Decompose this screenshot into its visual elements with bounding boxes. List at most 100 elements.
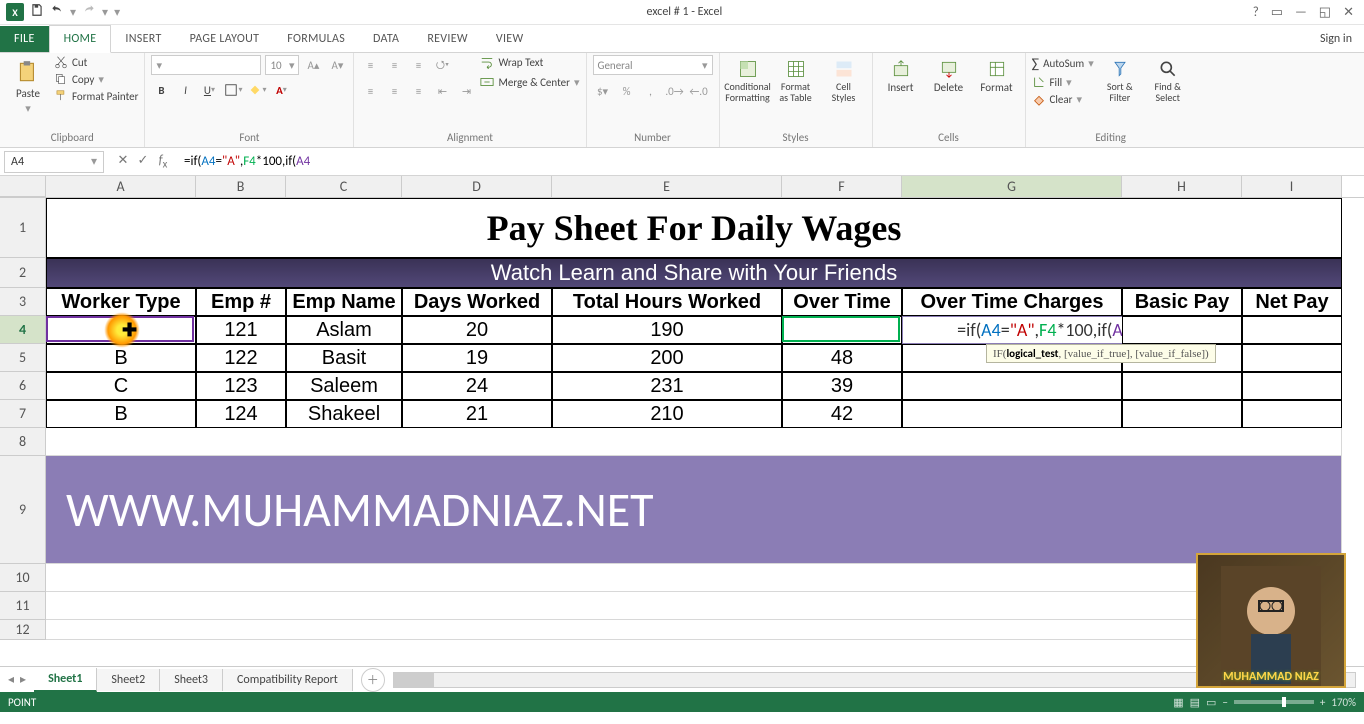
- decrease-indent-icon[interactable]: ⇤: [432, 81, 452, 101]
- sign-in-link[interactable]: Sign in: [1308, 26, 1364, 52]
- cell-c6[interactable]: Saleem: [286, 372, 402, 400]
- fill-color-button[interactable]: ▾: [247, 80, 267, 100]
- cell-c7[interactable]: Shakeel: [286, 400, 402, 428]
- sheet-nav-prev-icon[interactable]: ◂: [8, 672, 14, 687]
- col-header-i[interactable]: I: [1242, 176, 1342, 197]
- tab-review[interactable]: REVIEW: [413, 26, 482, 52]
- minimize-icon[interactable]: —: [1295, 5, 1307, 20]
- find-select-button[interactable]: Find & Select: [1146, 55, 1190, 107]
- col-header-d[interactable]: D: [402, 176, 552, 197]
- cell-h-emp-name[interactable]: Emp Name: [286, 288, 402, 316]
- format-as-table-button[interactable]: Format as Table: [774, 55, 818, 107]
- sheet-tab-2[interactable]: Sheet2: [97, 669, 160, 691]
- border-button[interactable]: ▾: [223, 80, 243, 100]
- zoom-out-icon[interactable]: −: [1222, 696, 1227, 709]
- clear-button[interactable]: Clear▾: [1032, 92, 1094, 106]
- sheet-tab-3[interactable]: Sheet3: [160, 669, 223, 691]
- cell-b4[interactable]: 121: [196, 316, 286, 344]
- fx-icon[interactable]: fx: [154, 153, 172, 171]
- italic-button[interactable]: I: [175, 80, 195, 100]
- cell-h-days[interactable]: Days Worked: [402, 288, 552, 316]
- currency-icon[interactable]: $▾: [593, 81, 613, 101]
- align-bottom-icon[interactable]: ≡: [408, 55, 428, 75]
- cell-f7[interactable]: 42: [782, 400, 902, 428]
- formula-input[interactable]: =if(A4="A",F4*100,if(A4: [178, 154, 1364, 169]
- undo-icon[interactable]: [50, 3, 64, 21]
- tab-view[interactable]: VIEW: [482, 26, 538, 52]
- cell-h-basic[interactable]: Basic Pay: [1122, 288, 1242, 316]
- tab-insert[interactable]: INSERT: [111, 26, 175, 52]
- row-header-10[interactable]: 10: [0, 564, 46, 592]
- orientation-icon[interactable]: ⭯▾: [432, 55, 452, 75]
- cell-g7[interactable]: [902, 400, 1122, 428]
- col-header-a[interactable]: A: [46, 176, 196, 197]
- undo-dropdown-icon[interactable]: ▾: [70, 5, 76, 20]
- zoom-control[interactable]: − + 170%: [1222, 696, 1356, 709]
- row-12-empty[interactable]: [46, 620, 1342, 640]
- cell-e5[interactable]: 200: [552, 344, 782, 372]
- cell-h-worker-type[interactable]: Worker Type: [46, 288, 196, 316]
- row-header-12[interactable]: 12: [0, 620, 46, 640]
- number-format-select[interactable]: General▾: [593, 55, 713, 75]
- redo-dropdown-icon[interactable]: ▾: [102, 5, 108, 20]
- cell-f6[interactable]: 39: [782, 372, 902, 400]
- row-header-11[interactable]: 11: [0, 592, 46, 620]
- col-header-f[interactable]: F: [782, 176, 902, 197]
- cell-url-banner[interactable]: WWW.MUHAMMADNIAZ.NET: [46, 456, 1342, 564]
- save-icon[interactable]: [30, 3, 44, 21]
- cell-b6[interactable]: 123: [196, 372, 286, 400]
- cell-h-net[interactable]: Net Pay: [1242, 288, 1342, 316]
- cell-h-emp-no[interactable]: Emp #: [196, 288, 286, 316]
- view-page-break-icon[interactable]: ▭: [1206, 696, 1216, 709]
- fill-button[interactable]: Fill▾: [1032, 75, 1094, 89]
- cell-a5[interactable]: B: [46, 344, 196, 372]
- col-header-h[interactable]: H: [1122, 176, 1242, 197]
- cell-h-hours[interactable]: Total Hours Worked: [552, 288, 782, 316]
- cell-h4[interactable]: [1122, 316, 1242, 344]
- zoom-slider[interactable]: [1234, 700, 1314, 704]
- conditional-formatting-button[interactable]: Conditional Formatting: [726, 55, 770, 107]
- row-11-empty[interactable]: [46, 592, 1342, 620]
- row-8-empty[interactable]: [46, 428, 1342, 456]
- cell-h-otc[interactable]: Over Time Charges: [902, 288, 1122, 316]
- row-header-9[interactable]: 9: [0, 456, 46, 564]
- comma-icon[interactable]: ,: [641, 81, 661, 101]
- cell-a6[interactable]: C: [46, 372, 196, 400]
- wrap-text-button[interactable]: Wrap Text: [480, 55, 579, 69]
- enter-formula-icon[interactable]: ✓: [134, 153, 152, 171]
- cell-i5[interactable]: [1242, 344, 1342, 372]
- sort-filter-button[interactable]: Sort & Filter: [1098, 55, 1142, 107]
- cell-c4[interactable]: Aslam: [286, 316, 402, 344]
- cell-c5[interactable]: Basit: [286, 344, 402, 372]
- cancel-formula-icon[interactable]: ✕: [114, 153, 132, 171]
- cell-g4-editing[interactable]: =if(A4="A",F4*100,if(A4: [902, 316, 1142, 344]
- cell-subtitle[interactable]: Watch Learn and Share with Your Friends: [46, 258, 1342, 288]
- increase-decimal-icon[interactable]: .0→: [665, 81, 685, 101]
- cell-e7[interactable]: 210: [552, 400, 782, 428]
- new-sheet-button[interactable]: ＋: [361, 668, 385, 692]
- tab-home[interactable]: HOME: [49, 25, 112, 53]
- col-header-e[interactable]: E: [552, 176, 782, 197]
- font-size-select[interactable]: 10▾: [265, 55, 299, 75]
- row-header-8[interactable]: 8: [0, 428, 46, 456]
- align-top-icon[interactable]: ≡: [360, 55, 380, 75]
- font-color-button[interactable]: A▾: [271, 80, 291, 100]
- cell-styles-button[interactable]: Cell Styles: [822, 55, 866, 107]
- cell-h6[interactable]: [1122, 372, 1242, 400]
- view-page-layout-icon[interactable]: ▤: [1190, 696, 1200, 709]
- cell-title[interactable]: Pay Sheet For Daily Wages: [46, 198, 1342, 258]
- cut-button[interactable]: Cut: [54, 55, 138, 69]
- zoom-in-icon[interactable]: +: [1320, 696, 1325, 709]
- increase-font-icon[interactable]: A▴: [303, 55, 323, 75]
- align-right-icon[interactable]: ≡: [408, 81, 428, 101]
- select-all-corner[interactable]: [0, 176, 46, 197]
- zoom-level[interactable]: 170%: [1331, 696, 1356, 709]
- row-header-6[interactable]: 6: [0, 372, 46, 400]
- name-box[interactable]: A4▾: [4, 151, 104, 173]
- cell-e6[interactable]: 231: [552, 372, 782, 400]
- help-icon[interactable]: ?: [1253, 5, 1259, 20]
- close-icon[interactable]: ✕: [1343, 5, 1354, 20]
- cell-b5[interactable]: 122: [196, 344, 286, 372]
- cell-h7[interactable]: [1122, 400, 1242, 428]
- tab-page-layout[interactable]: PAGE LAYOUT: [176, 26, 274, 52]
